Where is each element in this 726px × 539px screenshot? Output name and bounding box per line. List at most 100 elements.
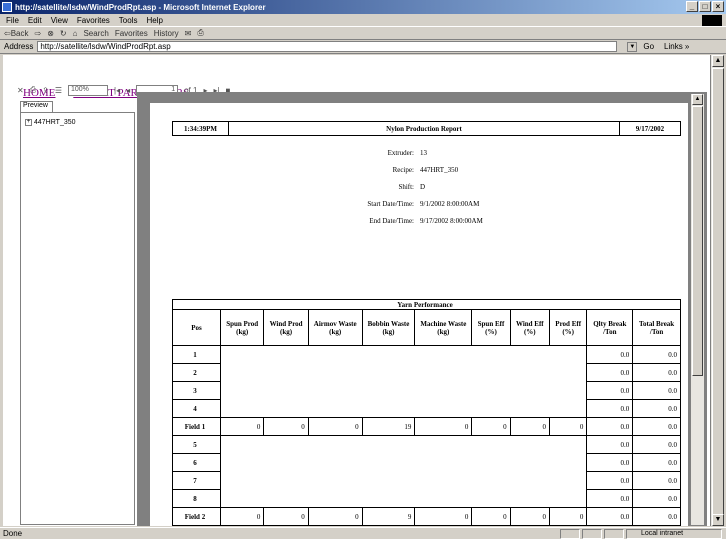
maximize-button[interactable]: □ [699,1,711,12]
column-header: Machine Waste (kg) [414,309,473,346]
position-cell: 7 [172,471,221,490]
value-cell: 0 [509,507,550,526]
window-title-bar: http://satellite/lsdw/WindProdRpt.asp - … [0,0,726,14]
stop-icon[interactable]: ⊗ [47,29,54,38]
menu-edit[interactable]: Edit [28,16,42,25]
go-button[interactable]: Go [643,42,654,51]
column-header: Qlty Break /Ton [586,309,634,346]
address-label: Address [4,42,34,51]
column-header: Pos [172,309,221,346]
report-title: Nylon Production Report [229,122,620,135]
report-date: 9/17/2002 [635,124,665,133]
total-break-cell: 0.0 [632,363,681,382]
menu-tools[interactable]: Tools [119,16,138,25]
zoom-select[interactable]: 100% [67,84,108,96]
value-cell: 9 [361,507,416,526]
forward-icon[interactable]: ⇨ [35,29,42,38]
total-break-cell: 0.0 [632,489,681,508]
qlty-break-cell: 0.0 [586,435,634,454]
tree-node-label: 447HRT_350 [34,119,76,126]
close-button[interactable]: × [712,1,724,12]
expand-icon[interactable]: + [25,119,32,126]
close-report-icon[interactable]: ✕ [17,86,24,95]
back-button[interactable]: ⇦Back [4,29,29,38]
blank-cell [219,435,588,508]
value-cell: 0 [414,507,473,526]
toggle-tree-icon[interactable]: ☰ [55,86,62,95]
status-text: Done [3,529,23,538]
total-break-cell: 0.0 [632,453,681,472]
favorites-button[interactable]: Favorites [115,29,148,38]
table-header-row: Pos Spun Prod (kg) Wind Prod (kg) Airmov Wa… [172,309,681,346]
info-label: Shift: [398,182,414,191]
position-cell: 1 [172,345,221,364]
report-info: Extruder: 13 Recipe: 447HRT_350 Shift: D St… [300,144,500,229]
scroll-thumb[interactable] [712,68,724,518]
value-cell: 0 [471,417,511,436]
page-scrollbar[interactable]: ▲ ▼ [710,55,724,526]
column-header: Airmov Waste (kg) [307,309,363,346]
zone-indicator: Local intranet [626,529,722,539]
menu-view[interactable]: View [51,16,68,25]
value-cell: 0 [548,507,588,526]
position-cell: 4 [172,399,221,418]
print-icon[interactable]: ⎙ [197,28,203,38]
window-title: http://satellite/lsdw/WindProdRpt.asp - … [15,2,266,12]
group-tree: + 447HRT_350 [20,112,135,525]
table-row: 5 0.0 0.0 [172,435,681,508]
position-cell: 5 [172,435,221,454]
blank-cell [219,345,588,418]
column-header: Wind Eff (%) [509,309,550,346]
refresh-icon[interactable]: ↻ [60,29,67,38]
value-cell: 0 [548,417,588,436]
value-cell: 0 [307,507,363,526]
address-dropdown-icon[interactable]: ▼ [627,41,638,52]
search-button[interactable]: Search [83,29,108,38]
info-label: Start Date/Time: [367,199,414,208]
status-bar: Done Local intranet [0,527,726,539]
position-cell: 8 [172,489,221,508]
value-cell: 0.0 [632,417,681,436]
column-header: Total Break /Ton [632,309,681,346]
status-segment [604,529,624,539]
menu-favorites[interactable]: Favorites [77,16,110,25]
field-label-cell: Field 2 [172,507,221,526]
browser-toolbar: ⇦Back ⇨ ⊗ ↻ ⌂ Search Favorites History ✉… [0,27,726,40]
scroll-down-icon[interactable]: ▼ [712,514,724,526]
total-break-cell: 0.0 [632,435,681,454]
report-time: 1:34:39PM [173,122,229,135]
info-label: End Date/Time: [369,216,414,225]
value-cell: 0 [219,507,265,526]
scroll-up-icon[interactable]: ▲ [712,55,724,67]
windows-logo [702,15,722,26]
preview-tab[interactable]: Preview [20,101,53,112]
menu-help[interactable]: Help [146,16,162,25]
export-icon[interactable]: ⇪ [42,86,49,95]
total-break-cell: 0.0 [632,381,681,400]
links-button[interactable]: Links » [664,42,689,51]
scroll-thumb[interactable] [692,106,703,376]
address-input[interactable]: http://satellite/lsdw/WindProdRpt.asp [37,41,618,52]
column-header: Spun Prod (kg) [219,309,265,346]
mail-icon[interactable]: ✉ [185,29,192,38]
home-icon[interactable]: ⌂ [73,29,78,38]
qlty-break-cell: 0.0 [586,453,634,472]
first-page-icon[interactable]: |◂ [114,86,120,95]
history-button[interactable]: History [154,29,179,38]
qlty-break-cell: 0.0 [586,345,634,364]
address-url: http://satellite/lsdw/WindProdRpt.asp [40,42,171,51]
total-break-cell: 0.0 [632,345,681,364]
total-break-cell: 0.0 [632,471,681,490]
print-icon[interactable]: ⎙ [30,85,36,95]
value-cell: 0 [414,417,473,436]
minimize-button[interactable]: _ [686,1,698,12]
menu-file[interactable]: File [6,16,19,25]
address-bar: Address http://satellite/lsdw/WindProdRp… [0,40,726,54]
tree-node[interactable]: + 447HRT_350 [25,119,76,126]
position-cell: 6 [172,453,221,472]
prev-page-icon[interactable]: ◂ [126,86,130,95]
value-cell: 19 [361,417,416,436]
report-scrollbar[interactable]: ▲ [690,93,705,526]
scroll-up-icon[interactable]: ▲ [692,94,703,105]
position-cell: 3 [172,381,221,400]
